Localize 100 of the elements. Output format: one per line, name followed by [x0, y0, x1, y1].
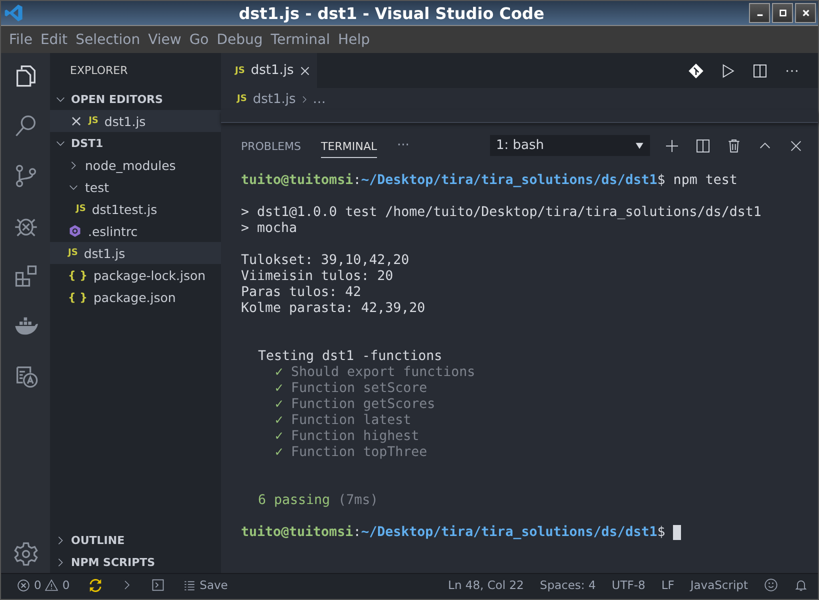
editor-tab[interactable]: JS dst1.js [221, 53, 317, 88]
file-name: test [85, 180, 110, 194]
section-header[interactable]: OPEN EDITORS [50, 88, 221, 110]
menu-item[interactable]: Go [185, 32, 213, 48]
json-file-icon: { } [68, 290, 88, 304]
section-header[interactable]: OUTLINE [50, 529, 221, 551]
js-file-icon: JS [237, 94, 247, 104]
terminal-text: Testing dst1 -functions [257, 349, 442, 365]
terminal-text: tuito@tuitomsi [241, 173, 354, 189]
explorer-entry[interactable]: { } package.json [50, 286, 221, 308]
list-icon [182, 578, 196, 592]
error-icon [17, 578, 30, 592]
json-file-icon: { } [68, 268, 88, 282]
menu-item[interactable]: Help [334, 32, 374, 48]
terminal-text: (7ms) [338, 493, 378, 509]
explorer-entry[interactable]: { } package-lock.json [50, 264, 221, 286]
smiley-icon[interactable] [764, 578, 778, 592]
status-item[interactable]: UTF-8 [612, 578, 646, 592]
file-name: package-lock.json [94, 268, 206, 282]
maximize-button[interactable] [772, 3, 793, 23]
terminal-text: Viimeisin tulos: 20 [241, 269, 394, 285]
section-header[interactable]: NPM SCRIPTS [50, 551, 221, 573]
terminal-text: $ [657, 525, 666, 541]
terminal-text: Function highest [291, 429, 420, 445]
breadcrumb-item[interactable]: JS dst1.js [237, 92, 296, 106]
terminal-text: ~/Desktop/tira/tira_solutions/ds/dst1 [361, 173, 658, 189]
text-cursor [673, 525, 682, 540]
file-name: .eslintrc [88, 224, 138, 238]
split-editor-icon[interactable] [752, 62, 768, 78]
logo-icon [4, 3, 24, 23]
error-count: 0 [34, 578, 42, 592]
problems-indicator[interactable]: 0 0 [17, 578, 70, 592]
status-item[interactable]: JavaScript [690, 578, 748, 592]
check-mark: ✓ [274, 413, 284, 429]
terminal-text: > mocha [241, 221, 298, 237]
folder-item[interactable]: test [50, 176, 221, 198]
status-item[interactable]: Spaces: 4 [540, 578, 596, 592]
sidebar-title: EXPLORER [70, 64, 128, 77]
hexagon-icon [68, 224, 82, 238]
close-icon[interactable]: × [70, 112, 83, 130]
file-name: dst1test.js [92, 202, 158, 216]
close-button[interactable] [795, 3, 816, 23]
terminal-text: Kolme parasta: 42,39,20 [241, 301, 426, 317]
plus-icon[interactable] [664, 138, 680, 154]
terminal-text: Paras tulos: 42 [241, 285, 362, 301]
trash-icon[interactable] [726, 138, 742, 154]
breadcrumb-item[interactable]: … [312, 92, 326, 106]
menu-item[interactable]: Terminal [266, 32, 334, 48]
file-name: node_modules [85, 158, 176, 172]
file-name: dst1.js [84, 246, 126, 260]
window-title: dst1.js - dst1 - Visual Studio Code [238, 4, 546, 22]
terminal-text: > dst1@1.0.0 test /home/tuito/Desktop/tira/tira_solutions/ds/dst1 [241, 205, 762, 221]
status-item[interactable]: Ln 48, Col 22 [448, 578, 524, 592]
check-mark: ✓ [274, 381, 284, 397]
open-editor-item[interactable]: × JS dst1.js [50, 110, 221, 132]
file-name: dst1.js [104, 114, 146, 128]
explorer-entry[interactable]: JS dst1.js [50, 242, 221, 264]
status-item[interactable]: LF [661, 578, 674, 592]
extensions-icon[interactable] [12, 263, 38, 289]
menu-item[interactable]: View [144, 32, 186, 48]
terminal-text: : [353, 173, 362, 189]
js-file-icon: JS [68, 248, 78, 258]
terminal-text: Function getScores [291, 397, 436, 413]
search-icon[interactable] [12, 113, 38, 139]
js-file-icon: JS [88, 116, 98, 126]
menu-item[interactable]: Debug [212, 32, 267, 48]
more-button[interactable]: ··· [396, 138, 410, 153]
folder-item[interactable]: node_modules [50, 154, 221, 176]
check-mark: ✓ [274, 397, 284, 413]
close-icon[interactable] [300, 66, 310, 76]
settings-icon[interactable] [12, 541, 38, 567]
sync-icon[interactable] [88, 578, 103, 592]
menu-item[interactable]: Edit [36, 32, 72, 48]
terminal-text: $ npm test [657, 173, 738, 189]
maximize-icon [778, 9, 786, 17]
menu-item[interactable]: File [5, 32, 36, 48]
terminal-text: Tulokset: 39,10,42,20 [241, 253, 410, 269]
bell-icon[interactable] [794, 578, 808, 592]
terminal-text: tuito@tuitomsi [241, 525, 354, 541]
warning-icon [45, 578, 58, 592]
terminal-text: : [353, 525, 362, 541]
run-icon[interactable] [720, 62, 736, 78]
terminal-text: ~/Desktop/tira/tira_solutions/ds/dst1 [361, 525, 658, 541]
warning-count: 0 [62, 578, 70, 592]
menu-item[interactable]: Selection [72, 32, 144, 48]
terminal-dropdown[interactable]: 1: bash [490, 135, 650, 156]
js-file-icon: JS [235, 66, 245, 76]
explorer-entry[interactable]: .eslintrc [50, 220, 221, 242]
check-mark: ✓ [274, 429, 284, 445]
save-button[interactable]: Save [182, 578, 228, 592]
terminal-icon[interactable] [150, 578, 165, 592]
terminal-text: 6 passing [257, 493, 330, 509]
panel-tab[interactable]: TERMINAL [321, 134, 377, 158]
minimize-button[interactable] [749, 3, 770, 23]
js-file-icon: JS [76, 204, 86, 214]
explorer-entry[interactable]: JS dst1test.js [50, 198, 221, 220]
panel-tab[interactable]: PROBLEMS [241, 134, 302, 158]
terminal-text: Function topThree [291, 445, 428, 461]
split-terminal-icon[interactable] [695, 138, 711, 154]
section-header[interactable]: DST1 [50, 132, 221, 154]
